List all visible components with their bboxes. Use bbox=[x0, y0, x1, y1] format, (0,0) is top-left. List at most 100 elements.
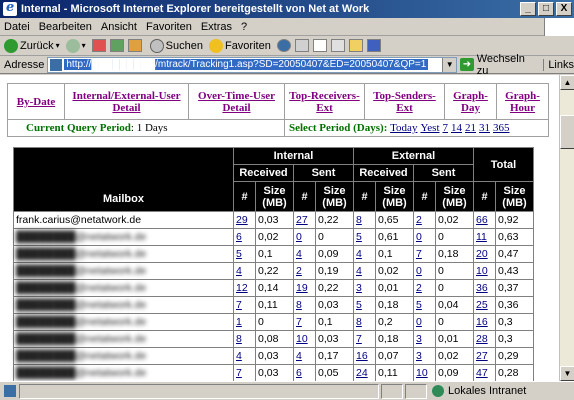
count-link[interactable]: 28 bbox=[476, 333, 488, 345]
count-link[interactable]: 5 bbox=[356, 231, 362, 243]
media-icon[interactable] bbox=[276, 39, 291, 52]
scroll-thumb[interactable] bbox=[560, 115, 574, 149]
count-link[interactable]: 2 bbox=[296, 265, 302, 277]
count-link[interactable]: 7 bbox=[296, 316, 302, 328]
vertical-scrollbar[interactable]: ▲ ▼ bbox=[559, 75, 574, 381]
menu-favoriten[interactable]: Favoriten bbox=[146, 21, 192, 33]
count-link[interactable]: 4 bbox=[356, 265, 362, 277]
count-link[interactable]: 1 bbox=[236, 316, 242, 328]
address-url[interactable]: http://█████████/mtrack/Tracking1.asp?SD… bbox=[64, 59, 429, 70]
period-14[interactable]: 14 bbox=[451, 122, 462, 134]
address-input[interactable]: http://█████████/mtrack/Tracking1.asp?SD… bbox=[47, 56, 458, 73]
folder-icon[interactable] bbox=[348, 39, 363, 52]
count-link[interactable]: 8 bbox=[356, 316, 362, 328]
count-link[interactable]: 10 bbox=[476, 265, 488, 277]
edit-icon[interactable] bbox=[330, 39, 345, 52]
internal-header: Internal bbox=[233, 147, 354, 165]
maximize-button[interactable]: □ bbox=[538, 2, 554, 16]
back-button[interactable]: Zurück ▾ bbox=[4, 38, 60, 53]
star-icon bbox=[208, 38, 223, 53]
count-link[interactable]: 6 bbox=[296, 367, 302, 379]
count-link[interactable]: 4 bbox=[236, 350, 242, 362]
forward-button[interactable]: ▾ bbox=[65, 38, 86, 53]
link-top-senders[interactable]: Top-Senders-Ext bbox=[373, 90, 436, 114]
count-link[interactable]: 0 bbox=[416, 316, 422, 328]
go-button[interactable]: ➜ Wechseln zu bbox=[460, 53, 537, 77]
scroll-down-button[interactable]: ▼ bbox=[560, 366, 574, 381]
minimize-button[interactable]: _ bbox=[520, 2, 536, 16]
stop-icon[interactable] bbox=[91, 39, 106, 52]
search-button[interactable]: Suchen bbox=[149, 38, 203, 53]
count-link[interactable]: 4 bbox=[236, 265, 242, 277]
count-link[interactable]: 8 bbox=[356, 214, 362, 226]
period-yest[interactable]: Yest bbox=[420, 122, 439, 134]
favorites-button[interactable]: Favoriten bbox=[208, 38, 271, 53]
count-link[interactable]: 5 bbox=[236, 248, 242, 260]
menu-datei[interactable]: Datei bbox=[4, 21, 30, 33]
period-365[interactable]: 365 bbox=[493, 122, 510, 134]
menu-help[interactable]: ? bbox=[241, 21, 247, 33]
period-7[interactable]: 7 bbox=[443, 122, 449, 134]
refresh-icon[interactable] bbox=[109, 39, 124, 52]
count-link[interactable]: 7 bbox=[236, 299, 242, 311]
count-link[interactable]: 8 bbox=[236, 333, 242, 345]
link-top-receivers[interactable]: Top-Receivers-Ext bbox=[289, 90, 359, 114]
count-link[interactable]: 20 bbox=[476, 248, 488, 260]
link-internal-external[interactable]: Internal/External-User Detail bbox=[72, 90, 180, 114]
count-link[interactable]: 2 bbox=[416, 282, 422, 294]
count-link[interactable]: 16 bbox=[356, 350, 368, 362]
mail-icon[interactable] bbox=[294, 39, 309, 52]
count-link[interactable]: 5 bbox=[356, 299, 362, 311]
count-link[interactable]: 10 bbox=[296, 333, 308, 345]
count-link[interactable]: 4 bbox=[296, 248, 302, 260]
count-link[interactable]: 7 bbox=[416, 248, 422, 260]
close-button[interactable]: X bbox=[556, 2, 572, 16]
menu-extras[interactable]: Extras bbox=[201, 21, 232, 33]
count-link[interactable]: 36 bbox=[476, 282, 488, 294]
messenger-icon[interactable] bbox=[366, 39, 381, 52]
count-link[interactable]: 27 bbox=[296, 214, 308, 226]
count-link[interactable]: 0 bbox=[296, 231, 302, 243]
home-icon[interactable] bbox=[127, 39, 142, 52]
count-link[interactable]: 8 bbox=[296, 299, 302, 311]
count-link[interactable]: 16 bbox=[476, 316, 488, 328]
links-button[interactable]: Links bbox=[543, 58, 574, 71]
count-link[interactable]: 11 bbox=[476, 231, 487, 243]
menu-bearbeiten[interactable]: Bearbeiten bbox=[39, 21, 92, 33]
count-link[interactable]: 12 bbox=[236, 282, 248, 294]
period-21[interactable]: 21 bbox=[465, 122, 476, 134]
link-graph-day[interactable]: Graph-Day bbox=[453, 90, 488, 114]
period-today[interactable]: Today bbox=[390, 122, 417, 134]
count-link[interactable]: 4 bbox=[296, 350, 302, 362]
count-link[interactable]: 19 bbox=[296, 282, 308, 294]
count-link[interactable]: 7 bbox=[236, 367, 242, 379]
count-link[interactable]: 2 bbox=[416, 214, 422, 226]
count-link[interactable]: 0 bbox=[416, 265, 422, 277]
count-link[interactable]: 10 bbox=[416, 367, 428, 379]
count-link[interactable]: 3 bbox=[416, 350, 422, 362]
count-link[interactable]: 27 bbox=[476, 350, 488, 362]
link-graph-hour[interactable]: Graph-Hour bbox=[505, 90, 540, 114]
count-link[interactable]: 47 bbox=[476, 367, 488, 379]
count-link[interactable]: 24 bbox=[356, 367, 368, 379]
count-cell: 8 bbox=[353, 313, 376, 331]
link-by-date[interactable]: By-Date bbox=[17, 96, 56, 108]
count-link[interactable]: 7 bbox=[356, 333, 362, 345]
count-link[interactable]: 66 bbox=[476, 214, 488, 226]
count-link[interactable]: 3 bbox=[416, 333, 422, 345]
period-31[interactable]: 31 bbox=[479, 122, 490, 134]
count-link[interactable]: 29 bbox=[236, 214, 248, 226]
count-link[interactable]: 3 bbox=[356, 282, 362, 294]
menu-ansicht[interactable]: Ansicht bbox=[101, 21, 137, 33]
address-dropdown[interactable]: ▼ bbox=[442, 57, 457, 72]
external-sent-header: Sent bbox=[413, 164, 474, 182]
count-link[interactable]: 6 bbox=[236, 231, 242, 243]
count-link[interactable]: 4 bbox=[356, 248, 362, 260]
print-icon[interactable] bbox=[312, 39, 327, 52]
count-link[interactable]: 0 bbox=[416, 231, 422, 243]
scroll-up-button[interactable]: ▲ bbox=[560, 75, 574, 90]
count-link[interactable]: 5 bbox=[416, 299, 422, 311]
count-link[interactable]: 25 bbox=[476, 299, 488, 311]
link-over-time[interactable]: Over-Time-User Detail bbox=[198, 90, 275, 114]
size-cell: 0,22 bbox=[255, 262, 294, 280]
